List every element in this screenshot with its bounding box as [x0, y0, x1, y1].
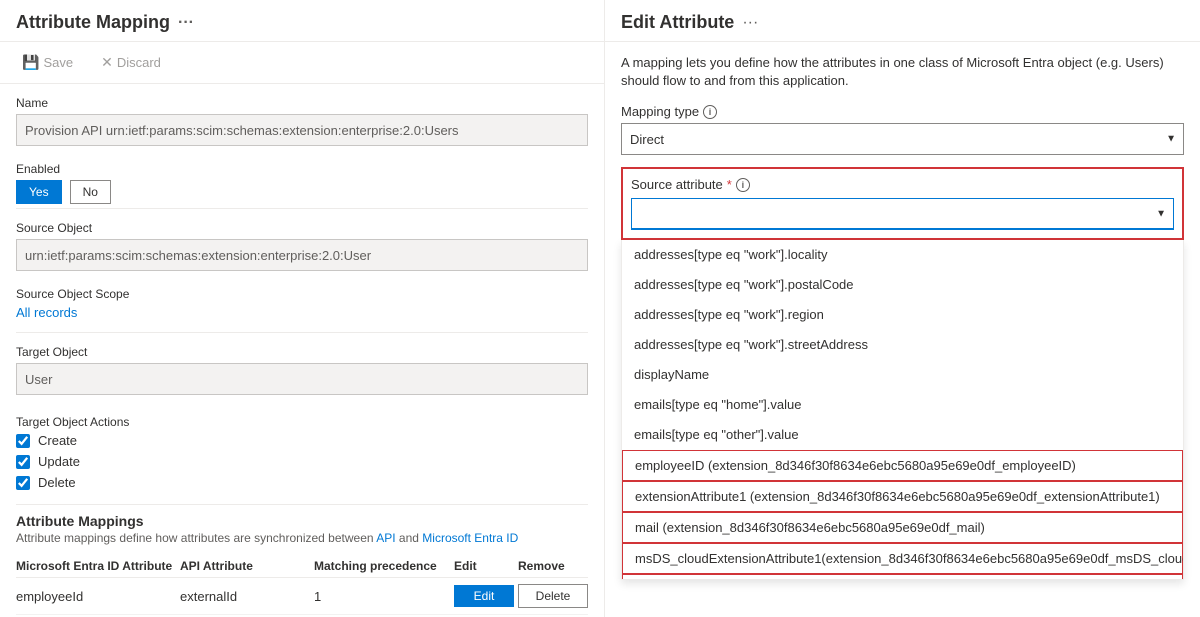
source-object-section: Source Object	[0, 209, 604, 283]
create-checkbox-row: Create	[16, 433, 588, 448]
dropdown-item[interactable]: msExchExtensionAttribute16 (extension_8d…	[622, 574, 1183, 580]
source-object-input[interactable]	[16, 239, 588, 271]
enabled-toggle-group: Yes No	[16, 180, 588, 204]
dropdown-item[interactable]: extensionAttribute1 (extension_8d346f30f…	[622, 481, 1183, 512]
title-more-options[interactable]: ···	[178, 14, 194, 32]
no-toggle[interactable]: No	[70, 180, 111, 204]
target-object-section: Target Object	[0, 333, 604, 407]
save-icon: 💾	[22, 54, 39, 71]
mapping-type-row: Mapping type i Direct Constant Expressio…	[621, 104, 1184, 155]
panel-title-row: Attribute Mapping ···	[16, 12, 588, 33]
col-api: API Attribute	[180, 559, 310, 573]
mapping-type-label: Mapping type i	[621, 104, 1184, 119]
source-attr-input[interactable]	[631, 198, 1174, 230]
row1-delete-button[interactable]: Delete	[518, 584, 588, 608]
source-attr-dropdown: addresses[type eq "work"].localityaddres…	[621, 240, 1184, 580]
edit-attribute-title: Edit Attribute	[621, 12, 734, 33]
dropdown-item[interactable]: addresses[type eq "work"].region	[622, 300, 1183, 330]
table-header: Microsoft Entra ID Attribute API Attribu…	[16, 555, 588, 578]
dropdown-item[interactable]: employeeID (extension_8d346f30f8634e6ebc…	[622, 450, 1183, 481]
source-attr-info-icon: i	[736, 178, 750, 192]
api-link[interactable]: API	[376, 531, 395, 545]
panel-header: Attribute Mapping ···	[0, 0, 604, 42]
col-entra: Microsoft Entra ID Attribute	[16, 559, 176, 573]
toolbar: 💾 Save ✕ Discard	[0, 42, 604, 84]
dropdown-item[interactable]: addresses[type eq "work"].streetAddress	[622, 330, 1183, 360]
dropdown-item[interactable]: addresses[type eq "work"].postalCode	[622, 270, 1183, 300]
update-checkbox-row: Update	[16, 454, 588, 469]
source-scope-label: Source Object Scope	[16, 287, 588, 301]
attribute-mappings-section: Attribute Mappings Attribute mappings de…	[0, 505, 604, 617]
mapping-type-info-icon: i	[703, 105, 717, 119]
create-label: Create	[38, 433, 77, 448]
enabled-label: Enabled	[16, 162, 588, 176]
source-attribute-box: Source attribute * i ▼	[621, 167, 1184, 240]
table-row: employeeId externalId 1 Edit Delete	[16, 578, 588, 615]
dropdown-item[interactable]: addresses[type eq "work"].locality	[622, 240, 1183, 270]
left-panel: Attribute Mapping ··· 💾 Save ✕ Discard N…	[0, 0, 605, 617]
target-actions-label: Target Object Actions	[16, 415, 588, 429]
yes-toggle[interactable]: Yes	[16, 180, 62, 204]
all-records-link[interactable]: All records	[16, 305, 77, 320]
save-button[interactable]: 💾 Save	[16, 50, 79, 75]
dropdown-item[interactable]: displayName	[622, 360, 1183, 390]
entra-link[interactable]: Microsoft Entra ID	[422, 531, 518, 545]
name-section: Name	[0, 84, 604, 158]
row1-entra: employeeId	[16, 589, 176, 604]
right-content: A mapping lets you define how the attrib…	[605, 42, 1200, 592]
right-header: Edit Attribute ···	[605, 0, 1200, 42]
delete-checkbox-row: Delete	[16, 475, 588, 490]
attribute-mapping-title: Attribute Mapping	[16, 12, 170, 33]
attr-mappings-desc: Attribute mappings define how attributes…	[16, 531, 588, 545]
row1-precedence: 1	[314, 589, 450, 604]
source-object-label: Source Object	[16, 221, 588, 235]
source-attr-input-wrapper: ▼	[631, 198, 1174, 230]
update-label: Update	[38, 454, 80, 469]
dropdown-item[interactable]: emails[type eq "home"].value	[622, 390, 1183, 420]
mapping-type-select-wrapper: Direct Constant Expression ▼	[621, 123, 1184, 155]
name-label: Name	[16, 96, 588, 110]
right-title-more-options[interactable]: ···	[742, 14, 758, 32]
mapping-type-select[interactable]: Direct Constant Expression	[621, 123, 1184, 155]
col-precedence: Matching precedence	[314, 559, 450, 573]
row1-api: externalId	[180, 589, 310, 604]
dropdown-item[interactable]: emails[type eq "other"].value	[622, 420, 1183, 450]
col-edit: Edit	[454, 559, 514, 573]
dropdown-item[interactable]: mail (extension_8d346f30f8634e6ebc5680a9…	[622, 512, 1183, 543]
delete-checkbox[interactable]	[16, 476, 30, 490]
source-attr-label: Source attribute * i	[631, 177, 1174, 192]
target-object-label: Target Object	[16, 345, 588, 359]
source-scope-section: Source Object Scope All records	[0, 283, 604, 332]
dropdown-item[interactable]: msDS_cloudExtensionAttribute1(extension_…	[622, 543, 1183, 574]
required-indicator: *	[727, 177, 732, 192]
attr-mappings-title: Attribute Mappings	[16, 513, 588, 529]
name-input[interactable]	[16, 114, 588, 146]
create-checkbox[interactable]	[16, 434, 30, 448]
edit-attr-description: A mapping lets you define how the attrib…	[621, 54, 1184, 90]
discard-button[interactable]: ✕ Discard	[95, 50, 167, 75]
enabled-section: Enabled Yes No	[0, 158, 604, 208]
delete-label: Delete	[38, 475, 76, 490]
right-panel: Edit Attribute ··· A mapping lets you de…	[605, 0, 1200, 617]
discard-icon: ✕	[101, 54, 113, 71]
target-actions-section: Target Object Actions Create Update Dele…	[0, 407, 604, 504]
update-checkbox[interactable]	[16, 455, 30, 469]
col-remove: Remove	[518, 559, 588, 573]
target-object-input[interactable]	[16, 363, 588, 395]
row1-edit-button[interactable]: Edit	[454, 585, 514, 607]
